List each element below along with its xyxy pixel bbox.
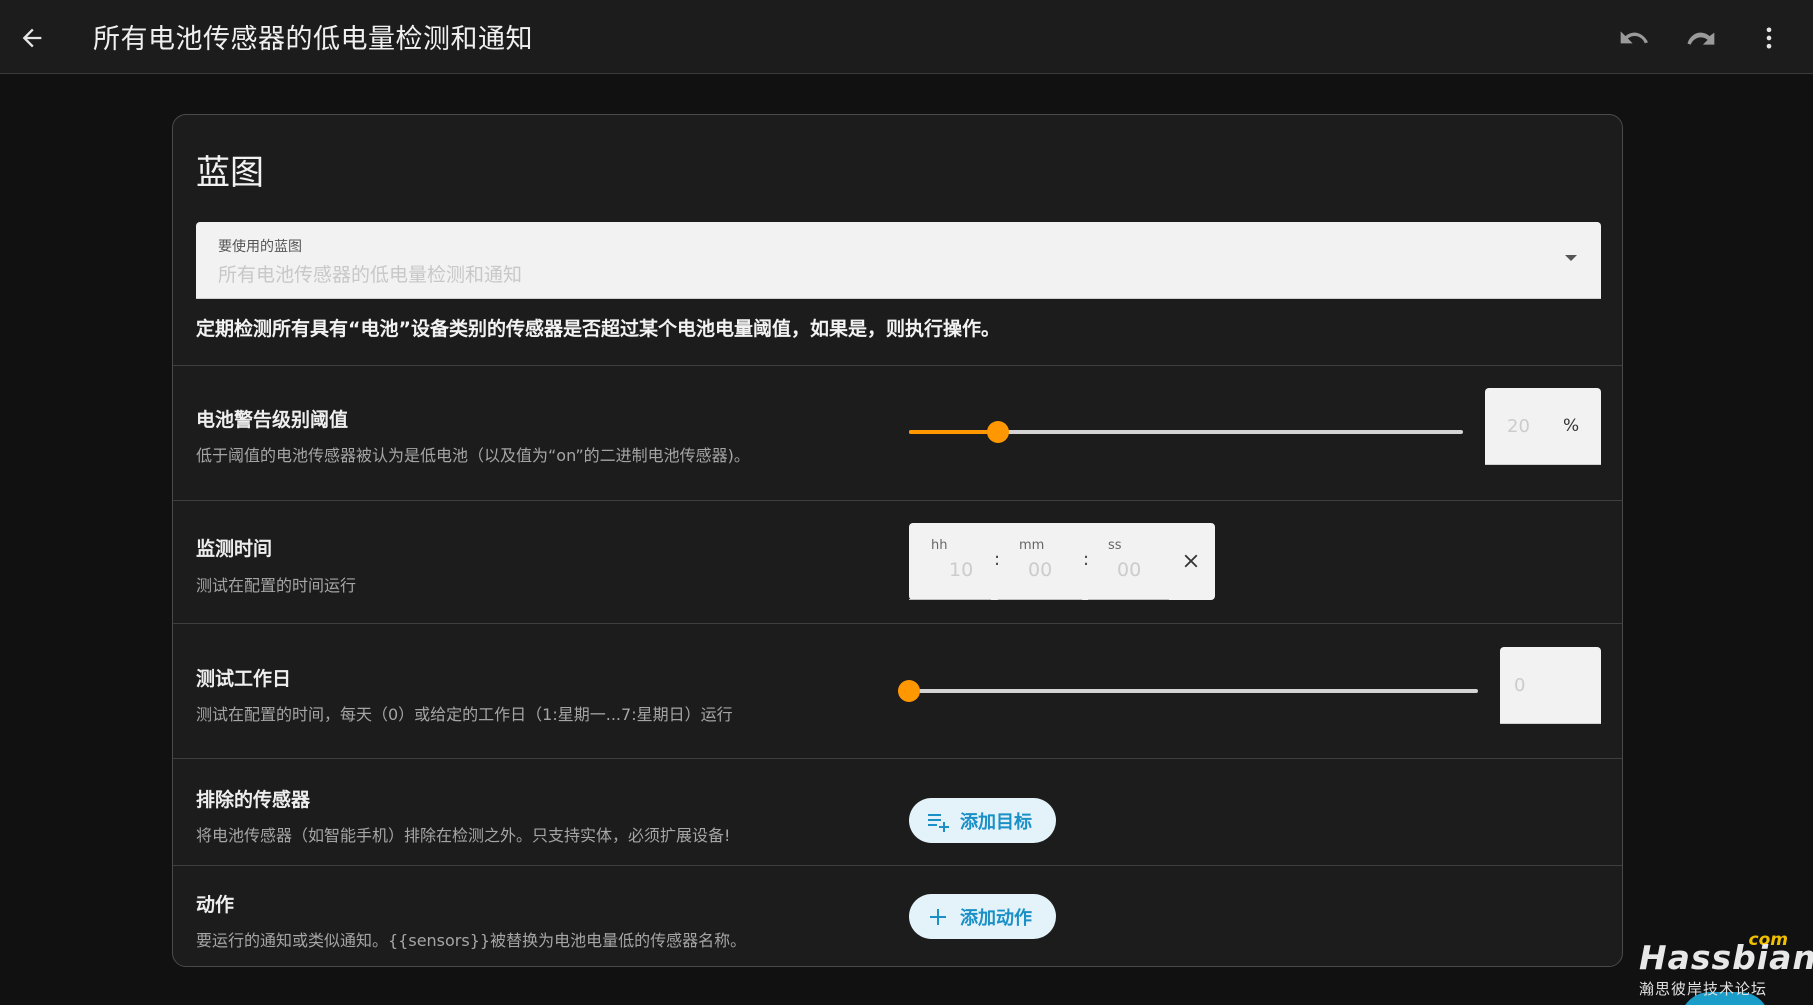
actions-subtitle: 要运行的通知或类似通知。{{sensors}}被替换为电池电量低的传感器名称。 [196,931,747,950]
top-app-bar: 所有电池传感器的低电量检测和通知 [0,0,1813,74]
divider [173,758,1622,759]
time-title: 监测时间 [196,538,273,560]
more-vertical-icon [1766,27,1772,49]
clear-time-button[interactable] [1177,547,1205,575]
weekday-subtitle: 测试在配置的时间，每天（0）或给定的工作日（1:星期一...7:星期日）运行 [196,705,733,724]
slider-thumb[interactable] [986,421,1009,443]
watermark-subtitle: 瀚思彼岸技术论坛 [1639,980,1768,998]
add-action-button[interactable]: 添加动作 [909,894,1056,939]
hours-field[interactable]: hh 10 [909,523,991,600]
slider-track [909,689,1478,693]
weekday-slider[interactable] [898,679,1478,703]
hassbian-watermark: com Hassbian 瀚思彼岸技术论坛 [1636,930,1813,1005]
threshold-unit: % [1563,416,1580,436]
blueprint-select-label: 要使用的蓝图 [218,239,302,255]
blueprint-description: 定期检测所有具有“电池”设备类别的传感器是否超过某个电池电量阈值，如果是，则执行… [196,318,1000,340]
weekday-title: 测试工作日 [196,668,292,690]
back-button[interactable] [12,18,52,58]
add-target-label: 添加目标 [960,812,1032,833]
threshold-slider[interactable] [909,420,1463,444]
add-target-button[interactable]: 添加目标 [909,798,1056,843]
threshold-subtitle: 低于阈值的电池传感器被认为是低电池（以及值为“on”的二进制电池传感器)。 [196,446,750,465]
exclude-subtitle: 将电池传感器（如智能手机）排除在检测之外。只支持实体，必须扩展设备! [196,826,731,845]
time-picker: hh 10 : mm 00 : ss 00 [909,523,1215,600]
seconds-field[interactable]: ss 00 [1088,523,1169,600]
plus-icon [930,909,946,925]
slider-thumb[interactable] [898,680,920,702]
divider [173,865,1622,866]
page-title: 所有电池传感器的低电量检测和通知 [93,24,533,55]
weekday-input[interactable]: 0 [1500,647,1601,724]
close-icon [1184,554,1198,568]
minutes-value: 00 [1028,559,1053,581]
more-options-button[interactable] [1747,16,1791,60]
hours-value: 10 [949,559,974,581]
playlist-add-icon [928,814,949,832]
card-title: 蓝图 [196,153,264,193]
threshold-value: 20 [1507,416,1530,437]
divider [173,623,1622,624]
time-subtitle: 测试在配置的时间运行 [196,576,357,595]
blueprint-card: 蓝图 要使用的蓝图 所有电池传感器的低电量检测和通知 定期检测所有具有“电池”设… [172,114,1623,967]
dropdown-caret-icon [1565,255,1577,261]
divider [173,500,1622,501]
arrow-left-icon [22,28,42,48]
seconds-label: ss [1108,538,1122,553]
seconds-value: 00 [1117,559,1142,581]
add-action-label: 添加动作 [960,908,1032,929]
blueprint-select-value: 所有电池传感器的低电量检测和通知 [218,264,523,286]
hours-label: hh [931,538,948,553]
blueprint-select[interactable]: 要使用的蓝图 所有电池传感器的低电量检测和通知 [196,222,1601,299]
divider [173,365,1622,366]
minutes-field[interactable]: mm 00 [998,523,1082,600]
slider-fill [909,430,998,434]
minutes-label: mm [1019,538,1045,553]
undo-button[interactable] [1612,16,1656,60]
threshold-title: 电池警告级别阈值 [196,409,349,431]
exclude-title: 排除的传感器 [196,789,311,811]
redo-icon [1687,32,1715,45]
watermark-brand: Hassbian [1639,938,1813,977]
actions-title: 动作 [196,894,235,916]
undo-icon [1620,31,1648,44]
weekday-value: 0 [1514,675,1526,696]
redo-button[interactable] [1679,16,1723,60]
threshold-input[interactable]: 20 % [1485,388,1601,465]
